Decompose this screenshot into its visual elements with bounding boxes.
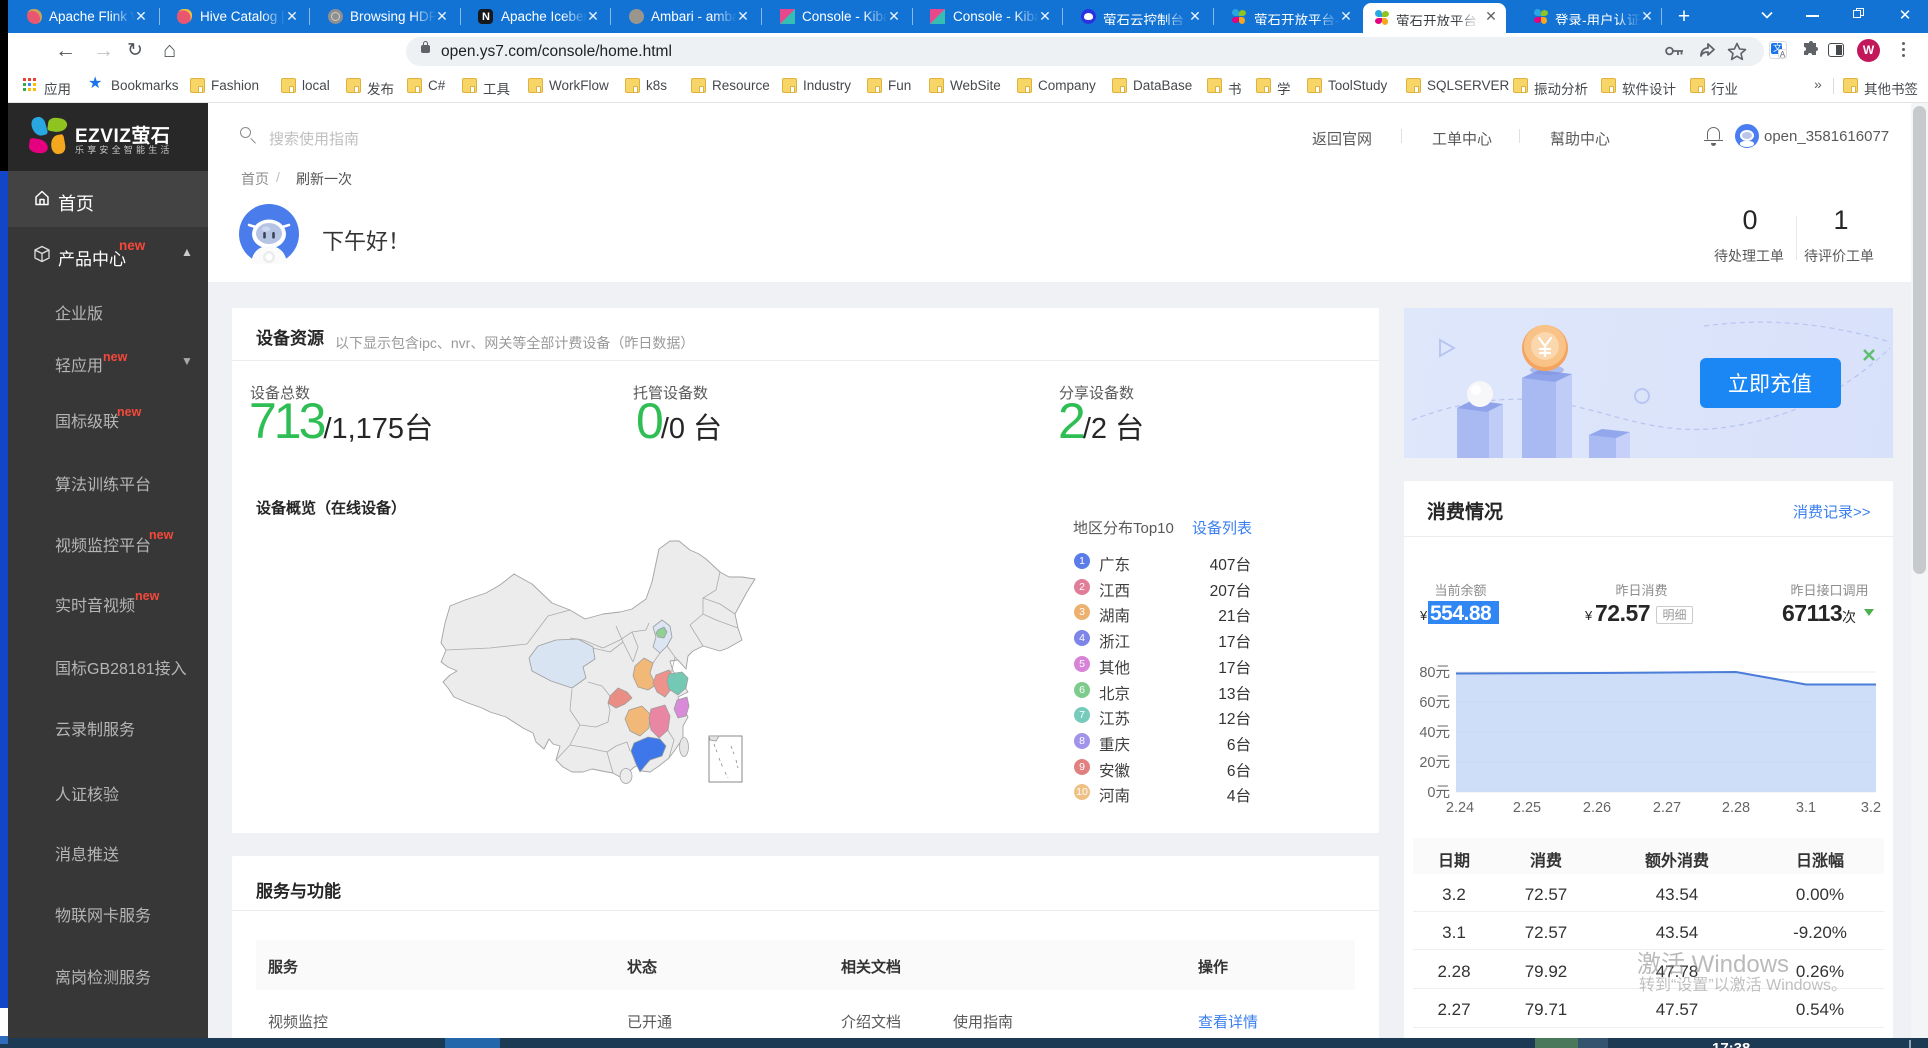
- svg-text:2.24: 2.24: [1446, 800, 1474, 816]
- svg-text:3.1: 3.1: [1796, 800, 1816, 816]
- svg-text:2.26: 2.26: [1583, 800, 1611, 816]
- svg-text:80元: 80元: [1419, 665, 1450, 681]
- svg-text:20元: 20元: [1419, 755, 1450, 771]
- svg-text:2.28: 2.28: [1722, 800, 1750, 816]
- svg-text:40元: 40元: [1419, 725, 1450, 741]
- svg-text:3.2: 3.2: [1861, 800, 1881, 816]
- svg-text:立即充值: 立即充值: [1728, 373, 1812, 396]
- svg-text:60元: 60元: [1419, 695, 1450, 711]
- svg-text:2.27: 2.27: [1653, 800, 1681, 816]
- svg-text:0元: 0元: [1427, 785, 1450, 801]
- svg-text:2.25: 2.25: [1513, 800, 1541, 816]
